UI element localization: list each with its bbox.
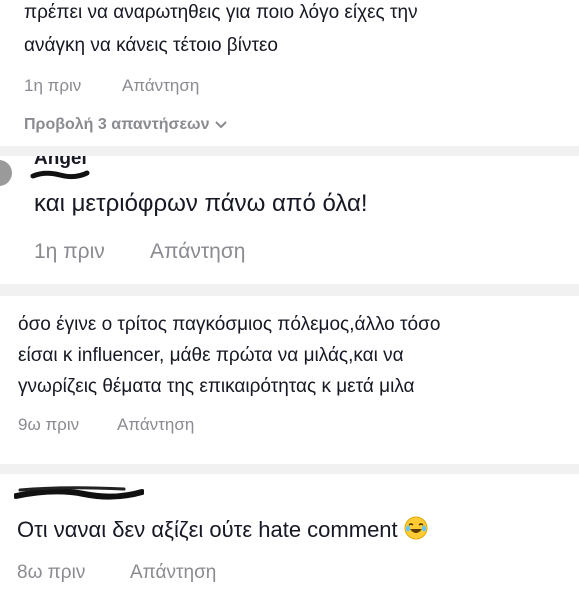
- comment-1-reply-button[interactable]: Απάντηση: [122, 76, 199, 96]
- view-replies-button[interactable]: Προβολή 3 απαντήσεων: [24, 116, 228, 134]
- comment-4-reply-button[interactable]: Απάντηση: [130, 562, 216, 584]
- comment-2: Angel και μετριόφρων πάνω από όλα! 1η πρ…: [0, 156, 579, 284]
- face-with-tears-of-joy-icon: [404, 516, 428, 546]
- comment-4-text-body: Οτι ναναι δεν αξίζει ούτε hate comment: [17, 517, 398, 542]
- comment-2-timestamp: 1η πριν: [34, 240, 105, 263]
- comment-1-timestamp: 1η πριν: [24, 76, 82, 95]
- comment-4-timestamp: 8ω πριν: [17, 562, 86, 583]
- comment-1-text-line-2: ανάγκη να κάνεις τέτοιο βίντεο: [24, 35, 278, 56]
- comment-3-reply-button[interactable]: Απάντηση: [117, 415, 194, 435]
- comment-3-text-line-2: είσαι κ influencer, μάθε πρώτα να μιλάς,…: [18, 345, 404, 366]
- view-replies-label: Προβολή 3 απαντήσεων: [24, 116, 210, 133]
- comment-2-reply-button[interactable]: Απάντηση: [150, 240, 245, 264]
- username-redaction-scribble: [14, 486, 144, 500]
- comment-2-text: και μετριόφρων πάνω από όλα!: [34, 190, 368, 217]
- comment-3: όσο έγινε ο τρίτος παγκόσμιος πόλεμος,άλ…: [0, 296, 579, 464]
- comment-3-text-line-1: όσο έγινε ο τρίτος παγκόσμιος πόλεμος,άλ…: [18, 314, 441, 335]
- comment-4: Οτι ναναι δεν αξίζει ούτε hate comment 8…: [0, 474, 579, 603]
- screenshot-divider: [0, 464, 579, 474]
- avatar: [0, 160, 12, 186]
- comment-3-timestamp: 9ω πριν: [18, 415, 80, 434]
- screenshot-divider: [0, 146, 579, 156]
- username-redaction-scribble: [30, 170, 90, 180]
- comment-3-text-line-3: γνωρίζεις θέματα της επικαιρότητας κ μετ…: [18, 376, 415, 397]
- chevron-down-icon: [215, 121, 228, 129]
- screenshot-divider: [0, 284, 579, 296]
- comment-1: πρέπει να αναρωτηθεις για ποιο λόγο είχε…: [0, 0, 579, 146]
- comment-4-text: Οτι ναναι δεν αξίζει ούτε hate comment: [17, 516, 428, 546]
- comment-1-text-line-1: πρέπει να αναρωτηθεις για ποιο λόγο είχε…: [24, 2, 418, 23]
